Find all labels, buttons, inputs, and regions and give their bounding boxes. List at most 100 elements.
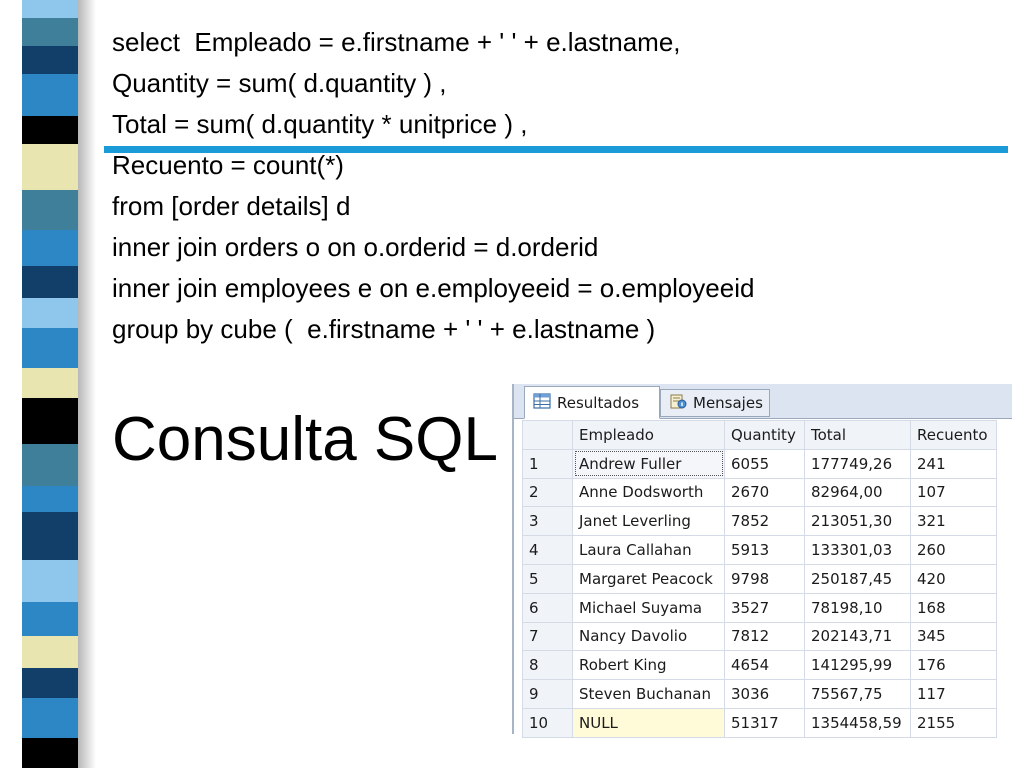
- cell-total[interactable]: 177749,26: [804, 448, 911, 479]
- cell-total[interactable]: 202143,71: [804, 621, 911, 652]
- row-number[interactable]: 9: [522, 679, 573, 709]
- column-header-total[interactable]: Total: [804, 420, 911, 450]
- cell-quantity[interactable]: 3036: [724, 679, 805, 709]
- cell-total[interactable]: 213051,30: [804, 506, 911, 537]
- row-number-header[interactable]: [522, 420, 573, 450]
- cell-total[interactable]: 75567,75: [804, 679, 911, 709]
- column-header-empleado[interactable]: Empleado: [572, 420, 725, 450]
- stripe-block: [22, 444, 78, 486]
- cell-empleado[interactable]: Laura Callahan: [572, 535, 725, 565]
- cell-quantity[interactable]: 3527: [724, 592, 805, 623]
- cell-total[interactable]: 78198,10: [804, 592, 911, 623]
- slide: select Empleado = e.firstname + ' ' + e.…: [0, 0, 1024, 768]
- tab-resultados[interactable]: Resultados: [524, 386, 660, 419]
- cell-recuento[interactable]: 107: [910, 477, 997, 508]
- cell-empleado[interactable]: Andrew Fuller: [572, 448, 725, 479]
- cell-recuento[interactable]: 168: [910, 592, 997, 623]
- messages-icon: [669, 392, 687, 414]
- cell-total[interactable]: 141295,99: [804, 650, 911, 681]
- code-line: Quantity = sum( d.quantity ) ,: [112, 68, 447, 98]
- cell-quantity[interactable]: 2670: [724, 477, 805, 508]
- cell-total[interactable]: 82964,00: [804, 477, 911, 508]
- stripe-block: [22, 116, 78, 144]
- row-number[interactable]: 4: [522, 535, 573, 565]
- stripe-block: [22, 0, 78, 18]
- row-number[interactable]: 8: [522, 650, 573, 681]
- cell-empleado[interactable]: Anne Dodsworth: [572, 477, 725, 508]
- cell-total[interactable]: 250187,45: [804, 563, 911, 594]
- cell-quantity[interactable]: 6055: [724, 448, 805, 479]
- row-number[interactable]: 10: [522, 707, 573, 738]
- header-row: Empleado Quantity Total Recuento: [522, 420, 997, 450]
- cell-empleado[interactable]: Nancy Davolio: [572, 621, 725, 652]
- row-number[interactable]: 3: [522, 506, 573, 537]
- cell-recuento[interactable]: 117: [910, 679, 997, 709]
- code-line: select Empleado = e.firstname + ' ' + e.…: [112, 27, 681, 57]
- table-row: 1 Andrew Fuller 6055 177749,26 241: [522, 448, 997, 479]
- table-row: 8 Robert King 4654 141295,99 176: [522, 650, 997, 681]
- stripe-block: [22, 602, 78, 636]
- stripe-block: [22, 512, 78, 560]
- cell-total[interactable]: 1354458,59: [804, 707, 911, 738]
- row-number[interactable]: 1: [522, 448, 573, 479]
- cell-empleado[interactable]: Margaret Peacock: [572, 563, 725, 594]
- cell-empleado[interactable]: Michael Suyama: [572, 592, 725, 623]
- table-row: 9 Steven Buchanan 3036 75567,75 117: [522, 679, 997, 709]
- cell-empleado[interactable]: Janet Leverling: [572, 506, 725, 537]
- stripe-block: [22, 144, 78, 190]
- cell-total[interactable]: 133301,03: [804, 535, 911, 565]
- code-line: Total = sum( d.quantity * unitprice ) ,: [112, 109, 528, 139]
- stripe-block: [22, 636, 78, 668]
- results-tabbar: Resultados Mensajes: [514, 384, 1012, 419]
- tab-mensajes[interactable]: Mensajes: [660, 389, 770, 417]
- cell-quantity[interactable]: 7852: [724, 506, 805, 537]
- separator-line: [104, 146, 1008, 153]
- cell-quantity[interactable]: 5913: [724, 535, 805, 565]
- cell-quantity[interactable]: 4654: [724, 650, 805, 681]
- cell-recuento[interactable]: 321: [910, 506, 997, 537]
- tab-label: Resultados: [557, 393, 640, 412]
- stripe-block: [22, 368, 78, 398]
- row-number[interactable]: 2: [522, 477, 573, 508]
- cell-recuento[interactable]: 2155: [910, 707, 997, 738]
- cell-empleado[interactable]: Robert King: [572, 650, 725, 681]
- code-line: from [order details] d: [112, 191, 351, 221]
- stripe-block: [22, 328, 78, 368]
- stripe-block: [22, 298, 78, 328]
- stripe-block: [22, 668, 78, 698]
- stripe-block: [22, 266, 78, 298]
- results-panel: Resultados Mensajes Empleado Quantity To…: [512, 384, 1012, 738]
- cell-quantity[interactable]: 7812: [724, 621, 805, 652]
- cell-recuento[interactable]: 176: [910, 650, 997, 681]
- cell-recuento[interactable]: 241: [910, 448, 997, 479]
- table-row: 6 Michael Suyama 3527 78198,10 168: [522, 592, 997, 623]
- stripe-block: [22, 698, 78, 738]
- row-number[interactable]: 6: [522, 592, 573, 623]
- stripe-block: [22, 190, 78, 230]
- sql-code: select Empleado = e.firstname + ' ' + e.…: [112, 22, 1012, 350]
- column-header-recuento[interactable]: Recuento: [910, 420, 997, 450]
- stripe-block: [22, 560, 78, 602]
- stripe-block: [22, 230, 78, 266]
- table-row: 3 Janet Leverling 7852 213051,30 321: [522, 506, 997, 537]
- cell-quantity[interactable]: 9798: [724, 563, 805, 594]
- cell-quantity[interactable]: 51317: [724, 707, 805, 738]
- code-line: inner join orders o on o.orderid = d.ord…: [112, 232, 599, 262]
- cell-recuento[interactable]: 345: [910, 621, 997, 652]
- column-header-quantity[interactable]: Quantity: [724, 420, 805, 450]
- stripe-block: [22, 398, 78, 444]
- row-number[interactable]: 5: [522, 563, 573, 594]
- code-line: inner join employees e on e.employeeid =…: [112, 273, 755, 303]
- stripe-block: [22, 18, 78, 46]
- row-number[interactable]: 7: [522, 621, 573, 652]
- stripe-block: [22, 738, 78, 768]
- stripe-block: [22, 486, 78, 512]
- decorative-stripe: [0, 0, 100, 768]
- cell-recuento[interactable]: 260: [910, 535, 997, 565]
- code-line: group by cube ( e.firstname + ' ' + e.la…: [112, 314, 656, 344]
- table-row: 2 Anne Dodsworth 2670 82964,00 107: [522, 477, 997, 508]
- cell-recuento[interactable]: 420: [910, 563, 997, 594]
- cell-empleado[interactable]: NULL: [572, 707, 725, 738]
- cell-empleado[interactable]: Steven Buchanan: [572, 679, 725, 709]
- stripe-block: [22, 46, 78, 74]
